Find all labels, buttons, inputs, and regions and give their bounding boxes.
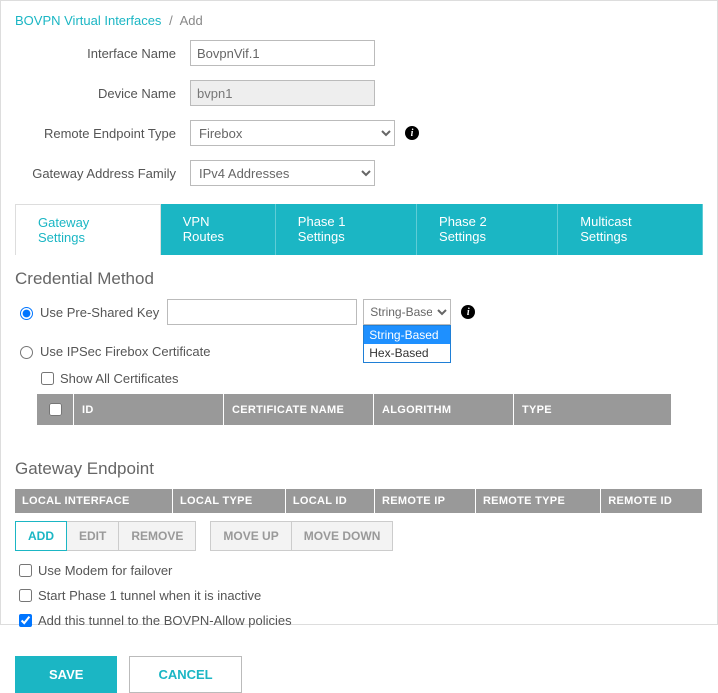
breadcrumb-separator: / <box>165 13 177 28</box>
move-up-button[interactable]: MOVE UP <box>210 521 291 551</box>
tab-gateway-settings[interactable]: Gateway Settings <box>15 204 161 255</box>
tab-multicast-settings[interactable]: Multicast Settings <box>558 204 703 255</box>
ep-col-local-id: LOCAL ID <box>285 489 374 513</box>
start-phase1-checkbox[interactable] <box>19 589 32 602</box>
add-button[interactable]: ADD <box>15 521 67 551</box>
remote-endpoint-type-select[interactable]: Firebox <box>190 120 395 146</box>
remote-endpoint-type-label: Remote Endpoint Type <box>15 126 190 141</box>
cert-col-type: TYPE <box>514 394 672 425</box>
ep-col-local-type: LOCAL TYPE <box>172 489 285 513</box>
breadcrumb: BOVPN Virtual Interfaces / Add <box>15 13 703 28</box>
tab-phase1-settings[interactable]: Phase 1 Settings <box>276 204 417 255</box>
start-phase1-label: Start Phase 1 tunnel when it is inactive <box>38 588 261 603</box>
psk-type-dropdown-open: String-Based Hex-Based <box>363 325 451 363</box>
cert-col-id: ID <box>74 394 224 425</box>
breadcrumb-current: Add <box>180 13 203 28</box>
use-cert-label: Use IPSec Firebox Certificate <box>40 344 211 359</box>
show-all-certs-checkbox[interactable] <box>41 372 54 385</box>
remove-button[interactable]: REMOVE <box>119 521 196 551</box>
psk-type-option-hex[interactable]: Hex-Based <box>364 344 450 362</box>
cert-col-algorithm: ALGORITHM <box>374 394 514 425</box>
tab-vpn-routes[interactable]: VPN Routes <box>161 204 276 255</box>
gateway-endpoint-table: LOCAL INTERFACE LOCAL TYPE LOCAL ID REMO… <box>15 489 703 513</box>
cancel-button[interactable]: CANCEL <box>129 656 241 693</box>
tab-bar: Gateway Settings VPN Routes Phase 1 Sett… <box>15 204 703 255</box>
gateway-address-family-label: Gateway Address Family <box>15 166 190 181</box>
interface-name-label: Interface Name <box>15 46 190 61</box>
psk-type-select[interactable]: String-Based <box>363 299 451 325</box>
device-name-input <box>190 80 375 106</box>
gateway-address-family-select[interactable]: IPv4 Addresses <box>190 160 375 186</box>
breadcrumb-parent-link[interactable]: BOVPN Virtual Interfaces <box>15 13 161 28</box>
use-modem-checkbox[interactable] <box>19 564 32 577</box>
move-down-button[interactable]: MOVE DOWN <box>292 521 394 551</box>
bovpn-allow-label: Add this tunnel to the BOVPN-Allow polic… <box>38 613 292 628</box>
use-modem-label: Use Modem for failover <box>38 563 172 578</box>
gateway-endpoint-title: Gateway Endpoint <box>15 459 703 479</box>
ep-col-remote-ip: REMOTE IP <box>375 489 476 513</box>
show-all-certs-label: Show All Certificates <box>60 371 179 386</box>
use-psk-label: Use Pre-Shared Key <box>40 305 159 320</box>
ep-col-remote-type: REMOTE TYPE <box>475 489 600 513</box>
help-icon[interactable]: i <box>461 305 475 319</box>
psk-input[interactable] <box>167 299 357 325</box>
cert-select-all-checkbox[interactable] <box>49 403 62 416</box>
use-cert-radio[interactable] <box>20 346 33 359</box>
cert-col-name: CERTIFICATE NAME <box>224 394 374 425</box>
help-icon[interactable]: i <box>405 126 419 140</box>
bovpn-allow-checkbox[interactable] <box>19 614 32 627</box>
tab-phase2-settings[interactable]: Phase 2 Settings <box>417 204 558 255</box>
interface-name-input[interactable] <box>190 40 375 66</box>
use-psk-radio[interactable] <box>20 307 33 320</box>
edit-button[interactable]: EDIT <box>67 521 119 551</box>
ep-col-remote-id: REMOTE ID <box>601 489 703 513</box>
device-name-label: Device Name <box>15 86 190 101</box>
psk-type-option-string[interactable]: String-Based <box>364 326 450 344</box>
ep-col-local-interface: LOCAL INTERFACE <box>15 489 172 513</box>
credential-method-title: Credential Method <box>15 269 703 289</box>
certificate-table: ID CERTIFICATE NAME ALGORITHM TYPE <box>37 394 672 425</box>
page-container: BOVPN Virtual Interfaces / Add Interface… <box>0 0 718 625</box>
cert-col-check <box>37 394 74 425</box>
save-button[interactable]: SAVE <box>15 656 117 693</box>
